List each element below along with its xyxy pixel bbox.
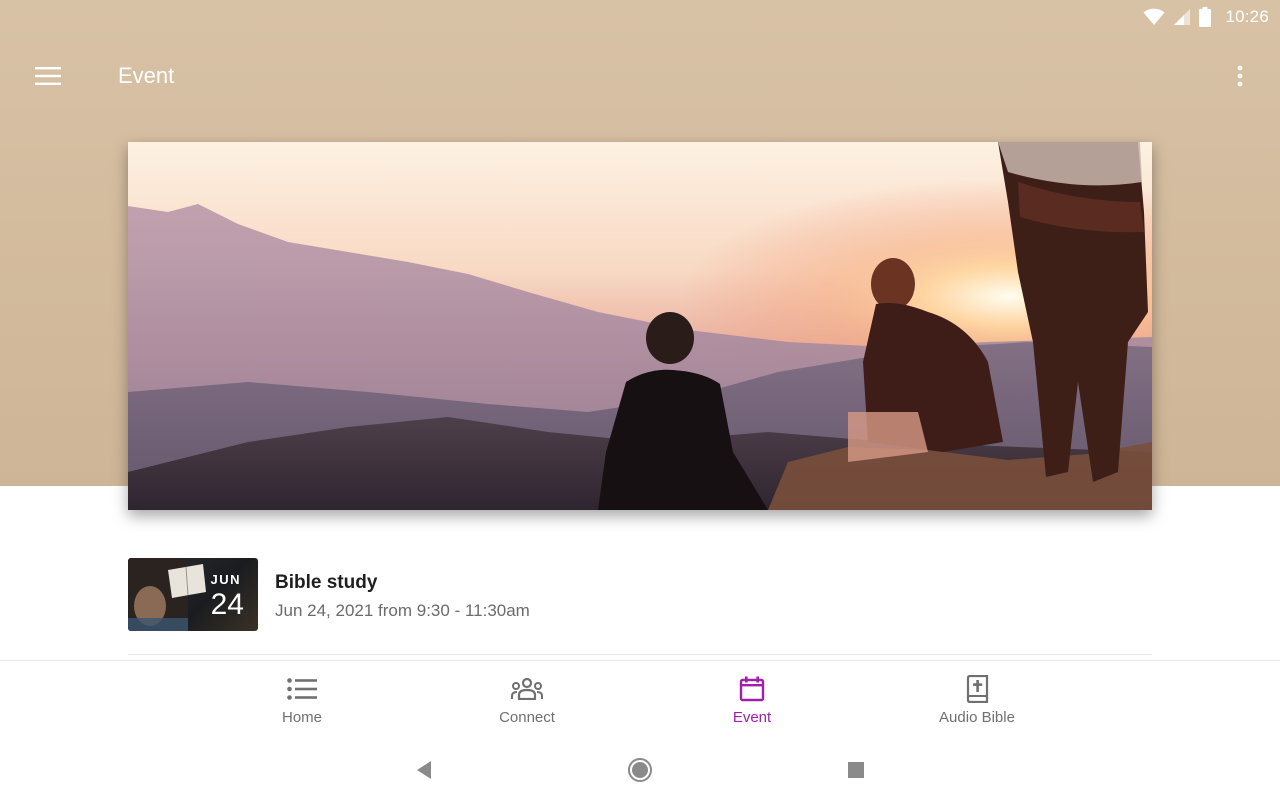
status-time: 10:26 [1225,7,1269,26]
nav-label-audio-bible: Audio Bible [939,709,1015,726]
system-home-button[interactable] [620,754,660,786]
menu-button[interactable] [24,58,72,94]
event-title: Bible study [275,572,378,593]
status-bar: 10:26 [0,0,1280,34]
hero-sunset-image [128,142,1152,510]
event-datetime: Jun 24, 2021 from 9:30 - 11:30am [275,601,530,620]
thumb-day: 24 [210,588,244,621]
thumb-month: JUN [210,572,241,587]
bottom-navigation: Home Connect Event Audio Bible [0,660,1280,740]
battery-icon [1199,7,1212,27]
list-divider [128,654,1152,655]
wifi-icon [1143,8,1165,26]
nav-label-connect: Connect [499,709,555,726]
event-screen: 10:26 Event JUN 24 Bible study Jun 24, 2… [0,0,1280,800]
app-bar: Event [0,46,1280,106]
hamburger-menu-icon [35,67,61,85]
nav-home[interactable]: Home [222,661,382,741]
overflow-menu-button[interactable] [1220,58,1260,94]
hero-image [128,142,1152,510]
home-circle-icon [628,758,652,782]
nav-audio-bible[interactable]: Audio Bible [897,661,1057,741]
system-navigation-bar [0,740,1280,800]
nav-label-home: Home [281,709,322,726]
system-recents-button[interactable] [836,754,876,786]
event-thumbnail: JUN 24 [128,558,258,631]
more-vert-icon [1237,65,1243,87]
event-list-item[interactable]: JUN 24 Bible study Jun 24, 2021 from 9:3… [128,558,1152,632]
cell-signal-icon [1173,8,1191,26]
nav-label-event: Event [732,709,772,726]
page-title: Event [118,63,175,88]
nav-connect[interactable]: Connect [447,661,607,741]
bible-icon [966,675,989,703]
calendar-icon [739,676,765,702]
list-icon [287,678,317,700]
system-back-button[interactable] [404,754,444,786]
back-triangle-icon [417,761,431,779]
nav-event[interactable]: Event [672,661,832,741]
group-icon [511,678,543,700]
recents-square-icon [848,762,864,778]
